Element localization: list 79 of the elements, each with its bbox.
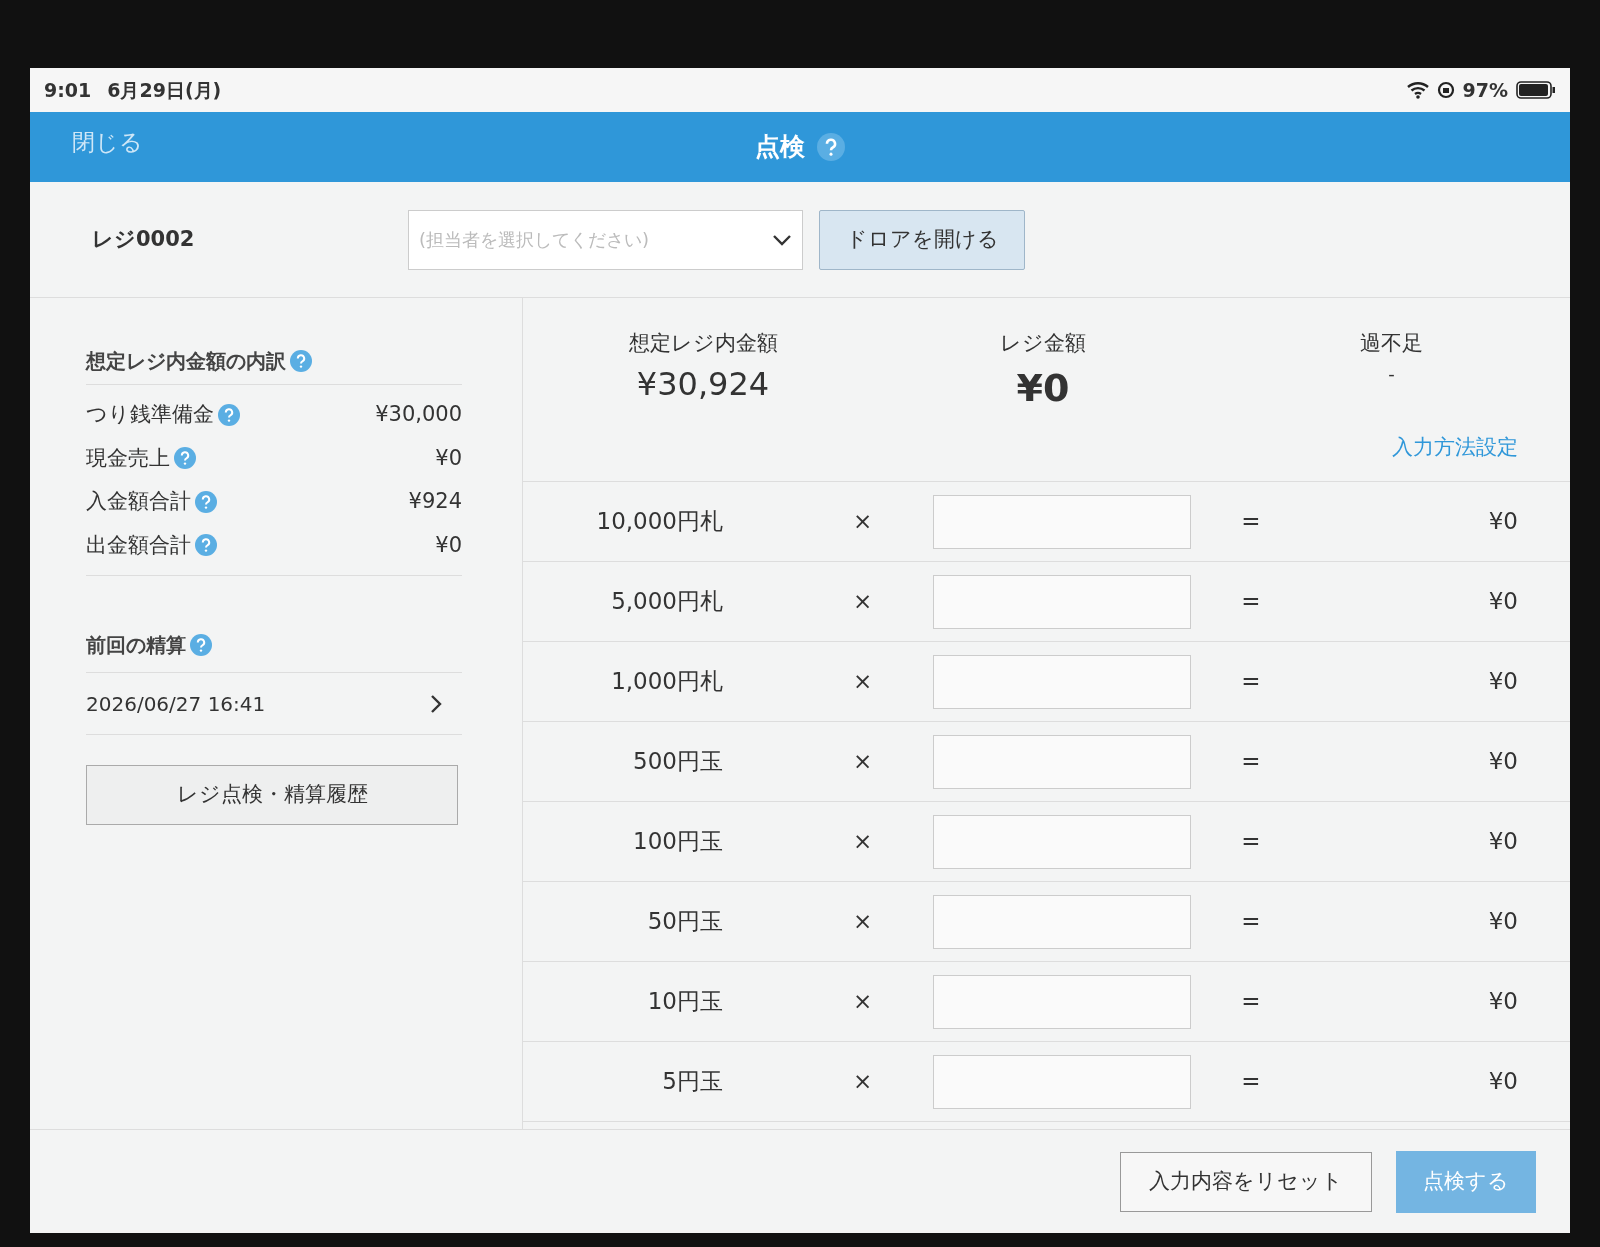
item-label: 現金売上 — [86, 444, 170, 472]
history-button[interactable]: レジ点検・精算履歴 — [86, 765, 458, 825]
count-input[interactable] — [933, 814, 1191, 869]
help-icon[interactable] — [817, 133, 845, 161]
multiply-sign: × — [853, 507, 874, 537]
row-total: ¥0 — [1487, 987, 1519, 1017]
multiply-sign: × — [853, 1067, 874, 1097]
section-title: 前回の精算 — [86, 632, 186, 659]
item-value: ¥0 — [435, 444, 462, 472]
multiply-sign: × — [853, 987, 874, 1017]
battery-percent: 97% — [1462, 77, 1508, 103]
battery-icon — [1516, 81, 1556, 99]
help-icon[interactable] — [218, 403, 240, 426]
equals-sign: = — [1240, 907, 1262, 937]
open-drawer-button[interactable]: ドロアを開ける — [819, 209, 1025, 270]
equals-sign: = — [1240, 747, 1262, 777]
equals-sign: = — [1240, 507, 1262, 537]
equals-sign: = — [1240, 587, 1262, 617]
item-value: ¥30,000 — [375, 401, 462, 428]
summary-value: - — [1388, 361, 1395, 386]
rotation-lock-icon — [1436, 81, 1455, 99]
row-total: ¥0 — [1487, 907, 1519, 937]
section-title: 想定レジ内金額の内訳 — [86, 348, 286, 375]
denomination-label: 100円玉 — [632, 827, 724, 857]
equals-sign: = — [1240, 827, 1262, 857]
help-icon[interactable] — [195, 490, 217, 513]
help-icon[interactable] — [190, 634, 212, 656]
help-icon[interactable] — [195, 534, 217, 557]
denomination-label: 5円玉 — [661, 1067, 724, 1097]
help-icon[interactable] — [174, 447, 196, 470]
reset-button[interactable]: 入力内容をリセット — [1120, 1151, 1372, 1212]
status-time: 9:01 — [44, 77, 92, 103]
page-title: 点検 — [755, 131, 805, 164]
summary-value: ¥30,924 — [635, 363, 771, 405]
status-date: 6月29日(月) — [107, 77, 222, 103]
previous-settlement-row[interactable]: 2026/06/27 16:41 — [86, 673, 462, 735]
item-label: 入金額合計 — [86, 488, 191, 515]
row-total: ¥0 — [1487, 667, 1519, 697]
equals-sign: = — [1240, 667, 1262, 697]
denomination-label: 10円玉 — [646, 987, 724, 1017]
chevron-down-icon — [772, 233, 792, 246]
count-input[interactable] — [933, 494, 1191, 549]
denomination-label: 50円玉 — [646, 907, 724, 937]
summary-label: レジ金額 — [999, 330, 1087, 357]
row-total: ¥0 — [1487, 747, 1519, 777]
help-icon[interactable] — [290, 350, 312, 372]
count-input[interactable] — [933, 974, 1191, 1029]
register-name: レジ0002 — [92, 225, 196, 253]
select-placeholder: (担当者を選択してください) — [419, 228, 650, 252]
chevron-right-icon — [430, 693, 442, 714]
item-value: ¥924 — [408, 488, 462, 515]
item-value: ¥0 — [435, 531, 462, 559]
multiply-sign: × — [853, 587, 874, 617]
multiply-sign: × — [853, 667, 874, 697]
row-total: ¥0 — [1487, 827, 1519, 857]
multiply-sign: × — [853, 907, 874, 937]
row-total: ¥0 — [1487, 507, 1519, 537]
count-input[interactable] — [933, 654, 1191, 709]
wifi-icon — [1406, 81, 1429, 99]
multiply-sign: × — [853, 827, 874, 857]
count-input[interactable] — [933, 894, 1191, 949]
item-label: 出金額合計 — [86, 531, 191, 559]
item-label: つり銭準備金 — [86, 401, 214, 428]
settlement-date: 2026/06/27 16:41 — [86, 690, 266, 718]
count-input[interactable] — [933, 1054, 1191, 1109]
equals-sign: = — [1240, 1067, 1262, 1097]
denomination-label: 1,000円札 — [610, 667, 724, 697]
denomination-label: 10,000円札 — [595, 507, 724, 537]
multiply-sign: × — [853, 747, 874, 777]
denomination-label: 5,000円札 — [610, 587, 724, 617]
row-total: ¥0 — [1487, 1067, 1519, 1097]
denomination-label: 500円玉 — [632, 747, 724, 777]
equals-sign: = — [1240, 987, 1262, 1017]
count-input[interactable] — [933, 574, 1191, 629]
row-total: ¥0 — [1487, 587, 1519, 617]
summary-label: 過不足 — [1359, 330, 1424, 357]
count-input[interactable] — [933, 734, 1191, 789]
summary-label: 想定レジ内金額 — [627, 330, 779, 357]
summary-value: ¥0 — [1015, 364, 1071, 412]
